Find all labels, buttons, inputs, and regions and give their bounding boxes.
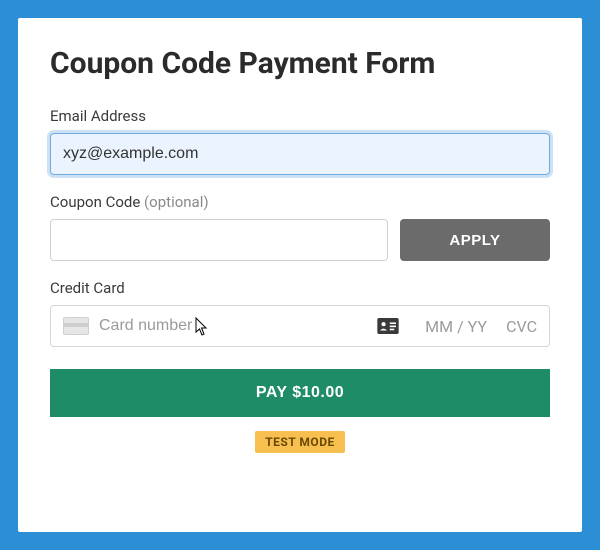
card-label: Credit Card [50, 279, 550, 297]
payment-form-card: Coupon Code Payment Form Email Address C… [18, 18, 582, 532]
card-cvc-placeholder[interactable]: CVC [497, 317, 537, 336]
card-expiry-placeholder[interactable]: MM / YY [409, 317, 487, 336]
id-card-icon [377, 318, 399, 334]
card-input-row[interactable]: MM / YY CVC [50, 305, 550, 347]
email-label: Email Address [50, 107, 550, 125]
apply-button[interactable]: APPLY [400, 219, 550, 261]
test-mode-badge: TEST MODE [255, 431, 345, 453]
coupon-optional-text: (optional) [144, 193, 209, 211]
email-input[interactable] [50, 133, 550, 175]
coupon-label-text: Coupon Code [50, 193, 140, 211]
pay-button[interactable]: PAY $10.00 [50, 369, 550, 417]
card-icon [63, 317, 89, 335]
page-title: Coupon Code Payment Form [50, 46, 550, 81]
coupon-field-group: Coupon Code (optional) APPLY [50, 193, 550, 261]
coupon-label: Coupon Code (optional) [50, 193, 550, 211]
card-field-group: Credit Card MM / YY CVC [50, 279, 550, 347]
coupon-input[interactable] [50, 219, 388, 261]
card-number-input[interactable] [99, 317, 367, 335]
email-field-group: Email Address [50, 107, 550, 175]
